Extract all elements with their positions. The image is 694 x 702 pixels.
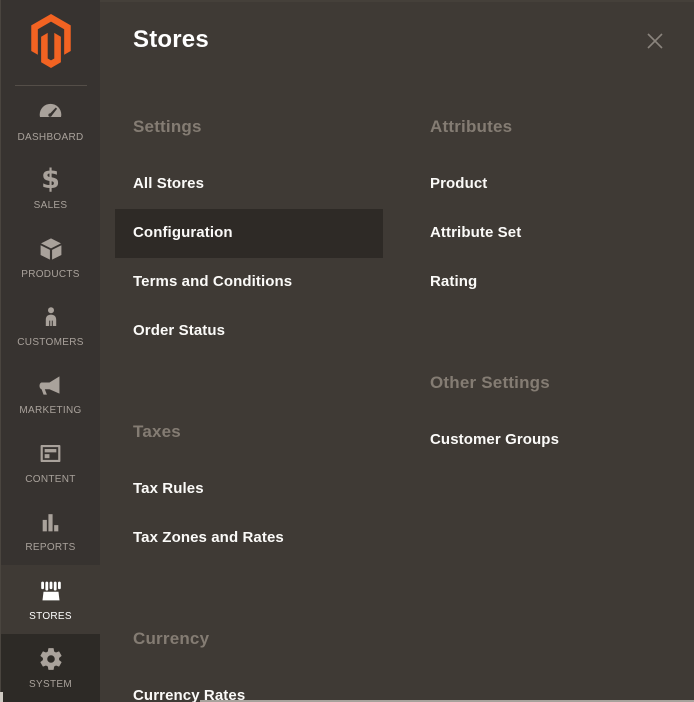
section-heading-taxes: Taxes — [133, 422, 383, 442]
flyout-item-terms-and-conditions[interactable]: Terms and Conditions — [115, 258, 383, 307]
attributes-list: Product Attribute Set Rating — [412, 160, 680, 307]
section-settings: Settings All Stores Configuration Terms … — [115, 117, 383, 356]
sidebar-item-system[interactable]: SYSTEM — [1, 634, 100, 702]
sidebar-nav: DASHBOARD $ SALES PRODUCTS — [1, 86, 100, 702]
flyout-header: Stores — [100, 2, 694, 54]
flyout-columns: Settings All Stores Configuration Terms … — [100, 117, 694, 702]
stores-flyout-panel: Stores Settings All Stores Configuration… — [100, 0, 694, 702]
sidebar-item-label: CUSTOMERS — [17, 337, 83, 348]
flyout-item-rating[interactable]: Rating — [412, 258, 680, 307]
flyout-item-all-stores[interactable]: All Stores — [115, 160, 383, 209]
dashboard-gauge-icon — [37, 98, 64, 126]
flyout-item-tax-rules[interactable]: Tax Rules — [115, 465, 383, 514]
sidebar-item-label: REPORTS — [25, 542, 75, 553]
section-heading-attributes: Attributes — [430, 117, 680, 137]
flyout-item-product[interactable]: Product — [412, 160, 680, 209]
sidebar-item-dashboard[interactable]: DASHBOARD — [1, 86, 100, 154]
sidebar-item-label: CONTENT — [25, 474, 75, 485]
section-attributes: Attributes Product Attribute Set Rating — [412, 117, 680, 307]
person-icon — [39, 303, 63, 331]
close-icon — [644, 30, 666, 52]
logo-divider — [15, 85, 87, 86]
flyout-item-configuration[interactable]: Configuration — [115, 209, 383, 258]
section-heading-settings: Settings — [133, 117, 383, 137]
logo-block[interactable] — [1, 0, 100, 86]
sidebar-item-stores[interactable]: STORES — [1, 565, 100, 633]
sidebar-item-label: MARKETING — [19, 405, 81, 416]
flyout-column-1: Settings All Stores Configuration Terms … — [115, 117, 383, 702]
sidebar-item-label: SALES — [34, 200, 68, 211]
flyout-title: Stores — [133, 26, 664, 54]
layout-icon — [38, 440, 63, 468]
sidebar-item-customers[interactable]: CUSTOMERS — [1, 291, 100, 359]
flyout-item-attribute-set[interactable]: Attribute Set — [412, 209, 680, 258]
magento-logo-icon — [28, 14, 74, 73]
settings-list: All Stores Configuration Terms and Condi… — [115, 160, 383, 356]
magento-admin-screen: DASHBOARD $ SALES PRODUCTS — [0, 0, 694, 702]
sidebar-item-label: SYSTEM — [29, 679, 72, 690]
sidebar-item-label: DASHBOARD — [17, 132, 83, 143]
storefront-icon — [37, 577, 65, 605]
flyout-item-tax-zones-and-rates[interactable]: Tax Zones and Rates — [115, 514, 383, 563]
sidebar-item-marketing[interactable]: MARKETING — [1, 360, 100, 428]
section-currency: Currency Currency Rates — [115, 629, 383, 702]
taxes-list: Tax Rules Tax Zones and Rates — [115, 465, 383, 563]
section-heading-other-settings: Other Settings — [430, 373, 680, 393]
admin-sidebar: DASHBOARD $ SALES PRODUCTS — [0, 0, 100, 702]
megaphone-icon — [38, 371, 64, 399]
corner-notch — [0, 692, 3, 702]
close-button[interactable] — [642, 28, 668, 54]
sidebar-item-label: STORES — [29, 611, 72, 622]
flyout-item-customer-groups[interactable]: Customer Groups — [412, 416, 680, 465]
section-taxes: Taxes Tax Rules Tax Zones and Rates — [115, 422, 383, 563]
sidebar-item-content[interactable]: CONTENT — [1, 428, 100, 496]
sidebar-item-products[interactable]: PRODUCTS — [1, 223, 100, 291]
currency-list: Currency Rates — [115, 672, 383, 702]
flyout-item-order-status[interactable]: Order Status — [115, 307, 383, 356]
section-heading-currency: Currency — [133, 629, 383, 649]
sidebar-item-sales[interactable]: $ SALES — [1, 154, 100, 222]
box-icon — [38, 235, 64, 263]
sidebar-item-reports[interactable]: REPORTS — [1, 497, 100, 565]
flyout-column-2: Attributes Product Attribute Set Rating … — [412, 117, 680, 531]
sidebar-item-label: PRODUCTS — [21, 269, 80, 280]
dollar-icon: $ — [41, 166, 60, 194]
gear-icon — [38, 645, 64, 673]
section-other-settings: Other Settings Customer Groups — [412, 373, 680, 465]
other-settings-list: Customer Groups — [412, 416, 680, 465]
flyout-item-currency-rates[interactable]: Currency Rates — [115, 672, 383, 702]
bar-chart-icon — [38, 508, 63, 536]
